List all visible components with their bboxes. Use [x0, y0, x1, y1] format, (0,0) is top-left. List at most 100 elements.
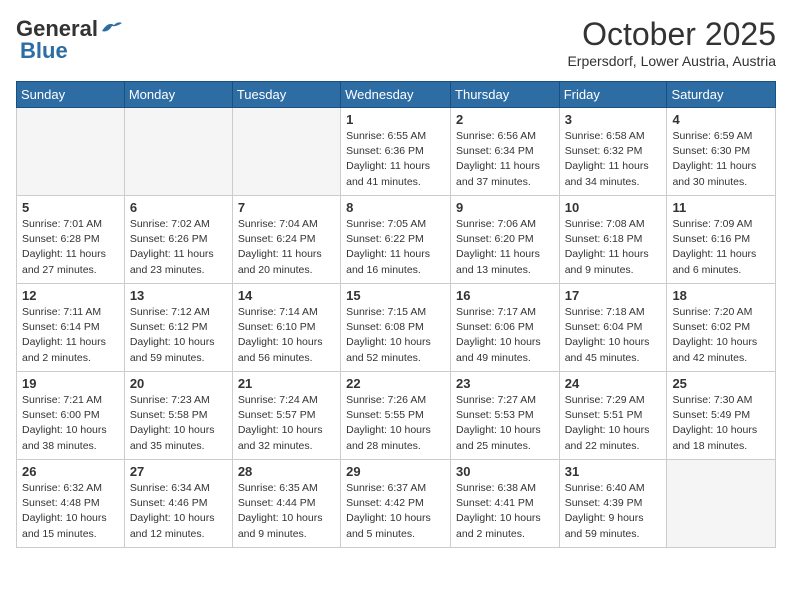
col-header-monday: Monday	[124, 82, 232, 108]
day-number: 4	[672, 112, 770, 127]
day-info: Sunrise: 7:29 AM Sunset: 5:51 PM Dayligh…	[565, 393, 662, 454]
calendar-cell: 6 Sunrise: 7:02 AM Sunset: 6:26 PM Daylig…	[124, 196, 232, 284]
calendar-cell: 5 Sunrise: 7:01 AM Sunset: 6:28 PM Daylig…	[17, 196, 125, 284]
calendar-cell: 10 Sunrise: 7:08 AM Sunset: 6:18 PM Dayli…	[559, 196, 667, 284]
day-number: 11	[672, 200, 770, 215]
day-number: 1	[346, 112, 445, 127]
calendar-cell: 31 Sunrise: 6:40 AM Sunset: 4:39 PM Dayli…	[559, 460, 667, 548]
calendar-cell: 30 Sunrise: 6:38 AM Sunset: 4:41 PM Dayli…	[451, 460, 560, 548]
calendar-cell	[124, 108, 232, 196]
day-info: Sunrise: 6:32 AM Sunset: 4:48 PM Dayligh…	[22, 481, 119, 542]
day-number: 19	[22, 376, 119, 391]
day-info: Sunrise: 7:08 AM Sunset: 6:18 PM Dayligh…	[565, 217, 662, 278]
day-number: 26	[22, 464, 119, 479]
calendar-cell: 15 Sunrise: 7:15 AM Sunset: 6:08 PM Dayli…	[341, 284, 451, 372]
calendar-cell: 8Sunrise: 7:05 AM Sunset: 6:22 PM Daylig…	[341, 196, 451, 284]
day-number: 20	[130, 376, 227, 391]
week-row-5: 26 Sunrise: 6:32 AM Sunset: 4:48 PM Dayli…	[17, 460, 776, 548]
calendar-cell: 14Sunrise: 7:14 AM Sunset: 6:10 PM Dayli…	[232, 284, 340, 372]
week-row-2: 5 Sunrise: 7:01 AM Sunset: 6:28 PM Daylig…	[17, 196, 776, 284]
day-number: 29	[346, 464, 445, 479]
calendar-cell: 2Sunrise: 6:56 AM Sunset: 6:34 PM Daylig…	[451, 108, 560, 196]
day-number: 21	[238, 376, 335, 391]
day-info: Sunrise: 7:26 AM Sunset: 5:55 PM Dayligh…	[346, 393, 445, 454]
day-number: 9	[456, 200, 554, 215]
calendar-cell: 17 Sunrise: 7:18 AM Sunset: 6:04 PM Dayli…	[559, 284, 667, 372]
day-number: 30	[456, 464, 554, 479]
col-header-wednesday: Wednesday	[341, 82, 451, 108]
col-header-thursday: Thursday	[451, 82, 560, 108]
calendar-cell: 9Sunrise: 7:06 AM Sunset: 6:20 PM Daylig…	[451, 196, 560, 284]
week-row-4: 19 Sunrise: 7:21 AM Sunset: 6:00 PM Dayli…	[17, 372, 776, 460]
calendar-cell: 11 Sunrise: 7:09 AM Sunset: 6:16 PM Dayli…	[667, 196, 776, 284]
col-header-friday: Friday	[559, 82, 667, 108]
day-number: 5	[22, 200, 119, 215]
day-info: Sunrise: 6:37 AM Sunset: 4:42 PM Dayligh…	[346, 481, 445, 542]
day-number: 23	[456, 376, 554, 391]
calendar-cell: 3Sunrise: 6:58 AM Sunset: 6:32 PM Daylig…	[559, 108, 667, 196]
logo: General Blue	[16, 16, 122, 64]
day-info: Sunrise: 7:02 AM Sunset: 6:26 PM Dayligh…	[130, 217, 227, 278]
col-header-tuesday: Tuesday	[232, 82, 340, 108]
calendar-cell: 25Sunrise: 7:30 AM Sunset: 5:49 PM Dayli…	[667, 372, 776, 460]
day-number: 18	[672, 288, 770, 303]
calendar-cell: 16 Sunrise: 7:17 AM Sunset: 6:06 PM Dayli…	[451, 284, 560, 372]
day-number: 13	[130, 288, 227, 303]
week-row-3: 12 Sunrise: 7:11 AM Sunset: 6:14 PM Dayli…	[17, 284, 776, 372]
day-number: 28	[238, 464, 335, 479]
calendar-table: SundayMondayTuesdayWednesdayThursdayFrid…	[16, 81, 776, 548]
day-info: Sunrise: 7:30 AM Sunset: 5:49 PM Dayligh…	[672, 393, 770, 454]
week-row-1: 1 Sunrise: 6:55 AM Sunset: 6:36 PM Daylig…	[17, 108, 776, 196]
calendar-cell: 29 Sunrise: 6:37 AM Sunset: 4:42 PM Dayli…	[341, 460, 451, 548]
col-header-sunday: Sunday	[17, 82, 125, 108]
day-info: Sunrise: 6:38 AM Sunset: 4:41 PM Dayligh…	[456, 481, 554, 542]
day-number: 15	[346, 288, 445, 303]
calendar-cell: 12 Sunrise: 7:11 AM Sunset: 6:14 PM Dayli…	[17, 284, 125, 372]
calendar-cell	[232, 108, 340, 196]
calendar-cell: 23 Sunrise: 7:27 AM Sunset: 5:53 PM Dayli…	[451, 372, 560, 460]
logo-bird-icon	[100, 19, 122, 35]
day-number: 24	[565, 376, 662, 391]
day-number: 6	[130, 200, 227, 215]
day-info: Sunrise: 7:21 AM Sunset: 6:00 PM Dayligh…	[22, 393, 119, 454]
day-info: Sunrise: 7:23 AM Sunset: 5:58 PM Dayligh…	[130, 393, 227, 454]
day-number: 16	[456, 288, 554, 303]
title-block: October 2025 Erpersdorf, Lower Austria, …	[567, 16, 776, 69]
day-number: 7	[238, 200, 335, 215]
calendar-cell: 27Sunrise: 6:34 AM Sunset: 4:46 PM Dayli…	[124, 460, 232, 548]
day-info: Sunrise: 7:27 AM Sunset: 5:53 PM Dayligh…	[456, 393, 554, 454]
calendar-cell: 22 Sunrise: 7:26 AM Sunset: 5:55 PM Dayli…	[341, 372, 451, 460]
logo-text-blue: Blue	[20, 38, 68, 64]
day-number: 31	[565, 464, 662, 479]
col-header-saturday: Saturday	[667, 82, 776, 108]
month-title: October 2025	[567, 16, 776, 53]
day-info: Sunrise: 6:34 AM Sunset: 4:46 PM Dayligh…	[130, 481, 227, 542]
calendar-cell: 21Sunrise: 7:24 AM Sunset: 5:57 PM Dayli…	[232, 372, 340, 460]
day-info: Sunrise: 6:35 AM Sunset: 4:44 PM Dayligh…	[238, 481, 335, 542]
day-info: Sunrise: 7:15 AM Sunset: 6:08 PM Dayligh…	[346, 305, 445, 366]
calendar-cell: 4Sunrise: 6:59 AM Sunset: 6:30 PM Daylig…	[667, 108, 776, 196]
day-number: 17	[565, 288, 662, 303]
calendar-cell: 19 Sunrise: 7:21 AM Sunset: 6:00 PM Dayli…	[17, 372, 125, 460]
day-number: 3	[565, 112, 662, 127]
day-info: Sunrise: 7:18 AM Sunset: 6:04 PM Dayligh…	[565, 305, 662, 366]
day-info: Sunrise: 6:55 AM Sunset: 6:36 PM Dayligh…	[346, 129, 445, 190]
calendar-cell	[17, 108, 125, 196]
calendar-cell: 26 Sunrise: 6:32 AM Sunset: 4:48 PM Dayli…	[17, 460, 125, 548]
day-info: Sunrise: 7:14 AM Sunset: 6:10 PM Dayligh…	[238, 305, 335, 366]
calendar-cell: 1 Sunrise: 6:55 AM Sunset: 6:36 PM Daylig…	[341, 108, 451, 196]
day-number: 2	[456, 112, 554, 127]
day-number: 22	[346, 376, 445, 391]
day-info: Sunrise: 7:11 AM Sunset: 6:14 PM Dayligh…	[22, 305, 119, 366]
day-number: 12	[22, 288, 119, 303]
day-info: Sunrise: 6:40 AM Sunset: 4:39 PM Dayligh…	[565, 481, 662, 542]
calendar-cell: 18 Sunrise: 7:20 AM Sunset: 6:02 PM Dayli…	[667, 284, 776, 372]
day-info: Sunrise: 7:09 AM Sunset: 6:16 PM Dayligh…	[672, 217, 770, 278]
calendar-cell: 24 Sunrise: 7:29 AM Sunset: 5:51 PM Dayli…	[559, 372, 667, 460]
day-number: 10	[565, 200, 662, 215]
day-info: Sunrise: 7:04 AM Sunset: 6:24 PM Dayligh…	[238, 217, 335, 278]
day-info: Sunrise: 7:20 AM Sunset: 6:02 PM Dayligh…	[672, 305, 770, 366]
calendar-cell: 7 Sunrise: 7:04 AM Sunset: 6:24 PM Daylig…	[232, 196, 340, 284]
day-info: Sunrise: 7:17 AM Sunset: 6:06 PM Dayligh…	[456, 305, 554, 366]
day-info: Sunrise: 7:01 AM Sunset: 6:28 PM Dayligh…	[22, 217, 119, 278]
